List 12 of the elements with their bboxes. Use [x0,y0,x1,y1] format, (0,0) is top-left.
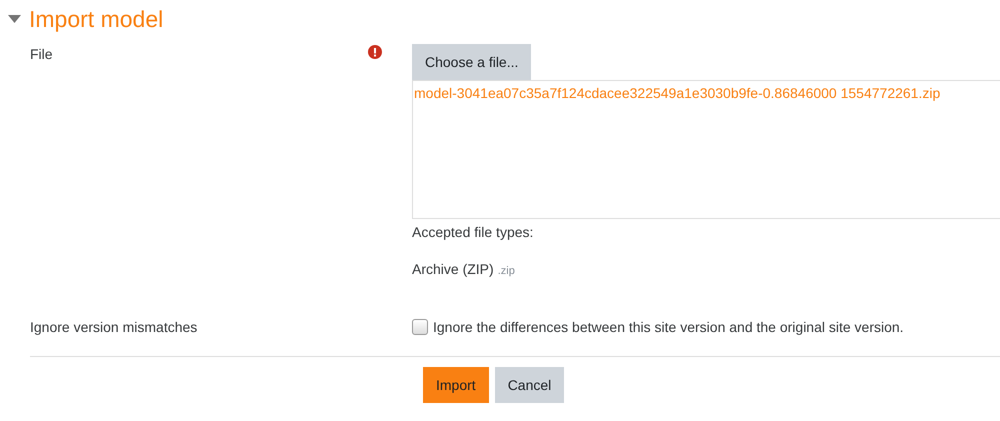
cancel-button[interactable]: Cancel [494,367,564,403]
file-type-name: Archive (ZIP) [412,261,494,277]
section-title: Import model [29,6,164,32]
collapse-caret-icon[interactable] [8,15,21,23]
import-button[interactable]: Import [423,367,489,403]
choose-file-button[interactable]: Choose a file... [412,44,532,80]
checkbox-label: Ignore the differences between this site version and the original site version. [433,319,904,335]
field-label: File [30,45,53,64]
file-extension: .zip [498,265,515,277]
accepted-types-heading: Accepted file types: [412,224,534,240]
field-label: Ignore version mismatches [30,318,198,337]
checkbox[interactable] [412,319,428,335]
